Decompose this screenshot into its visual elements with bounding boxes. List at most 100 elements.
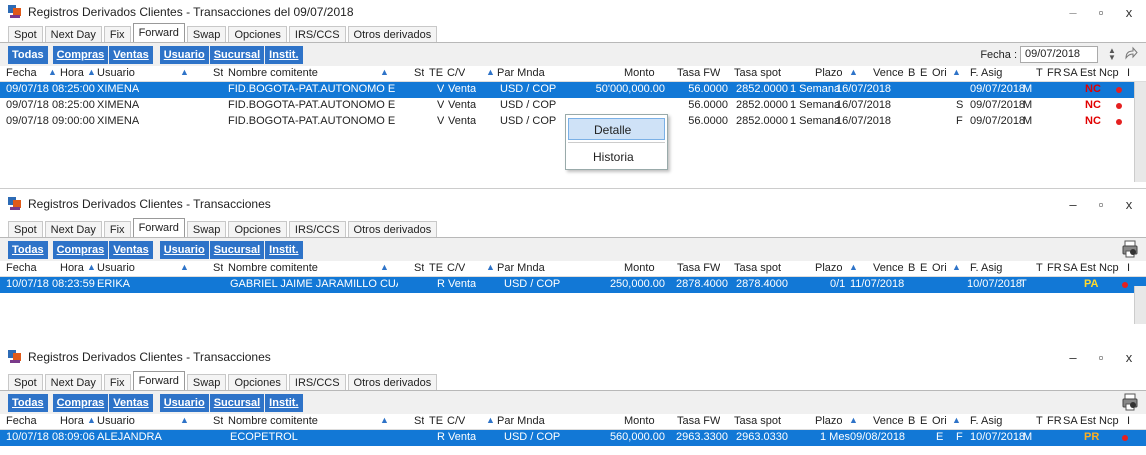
col-t[interactable]: T bbox=[1036, 262, 1043, 274]
table-row[interactable]: 09/07/18 08:25:00 XIMENA FID.BOGOTA-PAT.… bbox=[0, 98, 1146, 114]
filter-compras-button[interactable]: Compras bbox=[52, 240, 109, 259]
vertical-scrollbar[interactable] bbox=[1134, 82, 1146, 182]
minimize-button[interactable]: – bbox=[1066, 350, 1080, 365]
tab-irs-ccs[interactable]: IRS/CCS bbox=[288, 374, 346, 390]
col-e[interactable]: E bbox=[920, 415, 927, 427]
table-row[interactable]: 10/07/18 08:23:59 ERIKA GABRIEL JAIME JA… bbox=[0, 277, 1146, 293]
tab-spot[interactable]: Spot bbox=[8, 26, 43, 42]
sort-asc-icon[interactable]: ▲ bbox=[380, 415, 389, 425]
sort-asc-icon[interactable]: ▲ bbox=[87, 415, 96, 425]
sort-asc-icon[interactable]: ▲ bbox=[486, 262, 495, 272]
filter-compras-button[interactable]: Compras bbox=[52, 45, 109, 64]
filter-sucursal-button[interactable]: Sucursal bbox=[209, 240, 265, 259]
col-ncp[interactable]: Ncp bbox=[1099, 415, 1119, 427]
sort-asc-icon[interactable]: ▲ bbox=[849, 415, 858, 425]
col-e[interactable]: E bbox=[920, 67, 927, 79]
col-ori[interactable]: Ori bbox=[932, 415, 947, 427]
col-ori[interactable]: Ori bbox=[932, 262, 947, 274]
tab-otros-derivados[interactable]: Otros derivados bbox=[347, 374, 438, 390]
menu-item-detalle[interactable]: Detalle bbox=[568, 118, 665, 140]
table-row[interactable]: 09/07/18 08:25:00 XIMENA FID.BOGOTA-PAT.… bbox=[0, 82, 1146, 98]
col-hora[interactable]: Hora bbox=[60, 262, 84, 274]
col-fecha[interactable]: Fecha bbox=[6, 67, 37, 79]
col-i[interactable]: I bbox=[1127, 67, 1130, 79]
col-cv[interactable]: C/V bbox=[447, 262, 465, 274]
col-tasa-spot[interactable]: Tasa spot bbox=[734, 67, 781, 79]
col-vence[interactable]: Vence bbox=[873, 262, 904, 274]
sort-asc-icon[interactable]: ▲ bbox=[486, 415, 495, 425]
filter-ventas-button[interactable]: Ventas bbox=[109, 393, 153, 412]
col-e[interactable]: E bbox=[920, 262, 927, 274]
col-b[interactable]: B bbox=[908, 67, 915, 79]
col-st[interactable]: St bbox=[213, 262, 223, 274]
filter-instit-button[interactable]: Instit. bbox=[265, 45, 303, 64]
col-i[interactable]: I bbox=[1127, 415, 1130, 427]
col-sa[interactable]: SA bbox=[1063, 67, 1078, 79]
col-st2[interactable]: St bbox=[414, 415, 424, 427]
col-est[interactable]: Est bbox=[1080, 415, 1096, 427]
tab-forward[interactable]: Forward bbox=[132, 218, 185, 237]
col-monto[interactable]: Monto bbox=[624, 262, 655, 274]
col-f-asig[interactable]: F. Asig bbox=[970, 67, 1002, 79]
sort-asc-icon[interactable]: ▲ bbox=[380, 262, 389, 272]
col-b[interactable]: B bbox=[908, 262, 915, 274]
maximize-button[interactable]: ▫ bbox=[1094, 197, 1108, 212]
col-est[interactable]: Est bbox=[1080, 262, 1096, 274]
filter-sucursal-button[interactable]: Sucursal bbox=[209, 45, 265, 64]
print-icon[interactable] bbox=[1122, 240, 1138, 258]
filter-todas-button[interactable]: Todas bbox=[8, 393, 48, 412]
col-cv[interactable]: C/V bbox=[447, 415, 465, 427]
col-fecha[interactable]: Fecha bbox=[6, 415, 37, 427]
col-hora[interactable]: Hora bbox=[60, 415, 84, 427]
col-tasa-fw[interactable]: Tasa FW bbox=[677, 67, 720, 79]
filter-usuario-button[interactable]: Usuario bbox=[159, 45, 209, 64]
tab-next-day[interactable]: Next Day bbox=[44, 221, 102, 237]
col-i[interactable]: I bbox=[1127, 262, 1130, 274]
col-monto[interactable]: Monto bbox=[624, 67, 655, 79]
col-st2[interactable]: St bbox=[414, 262, 424, 274]
col-tasa-fw[interactable]: Tasa FW bbox=[677, 262, 720, 274]
col-f-asig[interactable]: F. Asig bbox=[970, 262, 1002, 274]
tab-otros-derivados[interactable]: Otros derivados bbox=[347, 26, 438, 42]
col-tasa-spot[interactable]: Tasa spot bbox=[734, 262, 781, 274]
tab-fix[interactable]: Fix bbox=[103, 374, 131, 390]
filter-ventas-button[interactable]: Ventas bbox=[109, 45, 153, 64]
col-par-mnda[interactable]: Par Mnda bbox=[497, 262, 545, 274]
sort-asc-icon[interactable]: ▲ bbox=[849, 262, 858, 272]
menu-item-historia[interactable]: Historia bbox=[568, 146, 665, 168]
sort-asc-icon[interactable]: ▲ bbox=[849, 67, 858, 77]
col-plazo[interactable]: Plazo bbox=[815, 415, 843, 427]
col-vence[interactable]: Vence bbox=[873, 67, 904, 79]
col-f-asig[interactable]: F. Asig bbox=[970, 415, 1002, 427]
sort-asc-icon[interactable]: ▲ bbox=[87, 67, 96, 77]
col-st[interactable]: St bbox=[213, 415, 223, 427]
vertical-scrollbar[interactable] bbox=[1134, 286, 1146, 324]
col-ncp[interactable]: Ncp bbox=[1099, 262, 1119, 274]
share-icon[interactable] bbox=[1124, 46, 1138, 60]
minimize-button[interactable]: – bbox=[1066, 5, 1080, 20]
col-plazo[interactable]: Plazo bbox=[815, 262, 843, 274]
tab-otros-derivados[interactable]: Otros derivados bbox=[347, 221, 438, 237]
col-nombre[interactable]: Nombre comitente bbox=[228, 415, 318, 427]
tab-next-day[interactable]: Next Day bbox=[44, 374, 102, 390]
filter-instit-button[interactable]: Instit. bbox=[265, 240, 303, 259]
tab-swap[interactable]: Swap bbox=[186, 374, 227, 390]
col-nombre[interactable]: Nombre comitente bbox=[228, 67, 318, 79]
tab-swap[interactable]: Swap bbox=[186, 221, 227, 237]
col-est[interactable]: Est bbox=[1080, 67, 1096, 79]
tab-opciones[interactable]: Opciones bbox=[228, 221, 287, 237]
col-par-mnda[interactable]: Par Mnda bbox=[497, 415, 545, 427]
sort-asc-icon[interactable]: ▲ bbox=[48, 67, 57, 77]
filter-ventas-button[interactable]: Ventas bbox=[109, 240, 153, 259]
tab-opciones[interactable]: Opciones bbox=[228, 26, 287, 42]
filter-instit-button[interactable]: Instit. bbox=[265, 393, 303, 412]
col-fr[interactable]: FR bbox=[1047, 415, 1062, 427]
col-te[interactable]: TE bbox=[429, 262, 443, 274]
tab-spot[interactable]: Spot bbox=[8, 374, 43, 390]
maximize-button[interactable]: ▫ bbox=[1094, 5, 1108, 20]
col-sa[interactable]: SA bbox=[1063, 415, 1078, 427]
date-spinner[interactable]: ▲ ▼ bbox=[1106, 47, 1118, 62]
tab-fix[interactable]: Fix bbox=[103, 26, 131, 42]
sort-asc-icon[interactable]: ▲ bbox=[952, 262, 961, 272]
filter-todas-button[interactable]: Todas bbox=[8, 45, 48, 64]
